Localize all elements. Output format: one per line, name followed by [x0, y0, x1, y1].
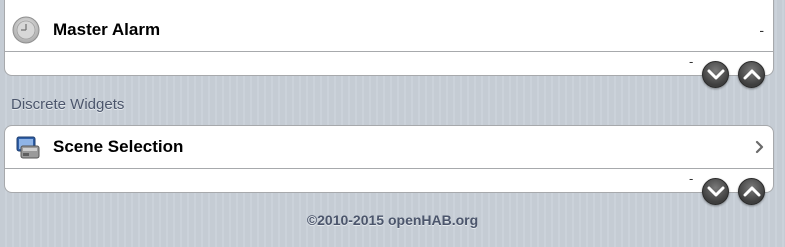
scroll-down-button[interactable]: [702, 178, 729, 205]
master-alarm-value: -: [759, 22, 764, 38]
section-title: Discrete Widgets: [11, 96, 125, 113]
chevron-down-icon: [707, 69, 725, 80]
chevron-up-icon: [743, 69, 761, 80]
chevron-down-icon: [707, 186, 725, 197]
scene-selection-icon: [14, 134, 42, 162]
chevron-up-icon: [743, 186, 761, 197]
master-alarm-row[interactable]: Master Alarm -: [5, 9, 773, 52]
scroll-up-button[interactable]: [738, 178, 765, 205]
scene-selection-label: Scene Selection: [53, 137, 184, 156]
master-alarm-label: Master Alarm: [53, 20, 161, 39]
footer-copyright: ©2010-2015 openHAB.org: [306, 212, 479, 228]
trailing-value: -: [689, 171, 694, 186]
group-footer-row: -: [5, 169, 773, 192]
scene-selection-row[interactable]: Scene Selection: [5, 126, 773, 169]
group-footer-row: -: [5, 52, 773, 75]
scroll-up-button[interactable]: [738, 61, 765, 88]
scroll-down-button[interactable]: [702, 61, 729, 88]
discrete-widgets-group: Scene Selection -: [4, 125, 774, 193]
clock-icon: [12, 16, 40, 44]
chevron-right-icon: [755, 140, 765, 159]
trailing-value: -: [689, 54, 694, 69]
alarm-group: Master Alarm - -: [4, 0, 774, 76]
